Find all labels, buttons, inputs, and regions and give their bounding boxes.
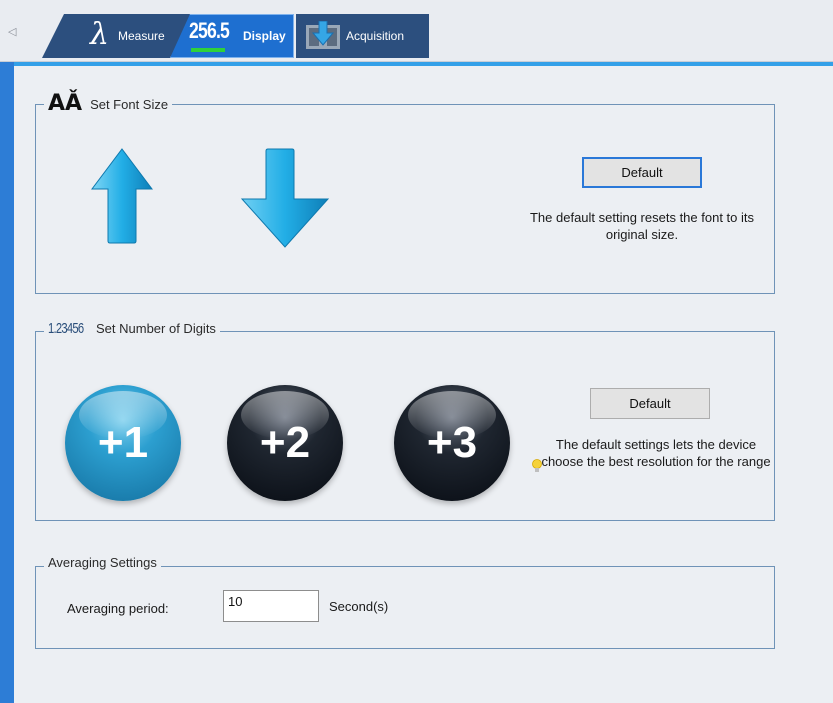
arrow-up-icon <box>91 148 153 244</box>
digits-description: The default settings lets the device cho… <box>541 437 771 469</box>
display-settings-panel: AǍ Set Font Size Default The default set… <box>14 62 833 703</box>
averaging-unit-label: Second(s) <box>329 599 389 614</box>
font-size-description: The default setting resets the font to i… <box>529 210 754 242</box>
font-size-icon: AǍ <box>48 91 83 116</box>
font-size-legend-label: Set Font Size <box>90 96 169 112</box>
plus-three-label: +3 <box>426 418 478 467</box>
plus-one-digit-button[interactable]: +1 <box>65 385 181 501</box>
font-size-legend: AǍ Set Font Size <box>44 91 173 116</box>
tab-acquisition[interactable]: Acquisition <box>296 14 429 58</box>
tab-measure-label: Measure <box>118 29 165 43</box>
display-bar-icon <box>191 48 225 52</box>
font-increase-button[interactable] <box>90 147 154 248</box>
plus-two-label: +2 <box>259 418 311 467</box>
tab-display-label: Display <box>243 29 286 43</box>
digits-legend: 1.23456 Set Number of Digits <box>44 320 220 337</box>
averaging-legend: Averaging Settings <box>44 555 161 570</box>
scroll-left-icon[interactable]: ◁ <box>8 25 18 39</box>
digits-icon: 1.23456 <box>48 320 84 337</box>
acquisition-icon <box>306 20 340 51</box>
lambda-icon: λ <box>90 17 110 52</box>
digits-default-button[interactable]: Default <box>590 388 710 419</box>
left-edge-bar <box>0 62 14 703</box>
averaging-period-input[interactable]: 10 <box>223 590 319 622</box>
digits-group: 1.23456 Set Number of Digits +1 +2 +3 De… <box>35 320 775 521</box>
tab-strip: ◁ λ Measure 256.5 Display Acquisition <box>0 0 833 62</box>
font-size-group: AǍ Set Font Size Default The default set… <box>35 93 775 294</box>
display-value-icon: 256.5 <box>189 18 230 43</box>
plus-one-label: +1 <box>97 418 149 467</box>
plus-three-digits-button[interactable]: +3 <box>394 385 510 501</box>
tab-display[interactable]: 256.5 Display <box>170 14 294 58</box>
tab-measure[interactable]: λ Measure <box>42 14 190 58</box>
averaging-legend-label: Averaging Settings <box>48 555 157 570</box>
arrow-down-icon <box>240 148 330 248</box>
averaging-period-label: Averaging period: <box>67 601 169 616</box>
averaging-group: Averaging Settings Averaging period: 10 … <box>35 555 775 649</box>
digits-legend-label: Set Number of Digits <box>96 321 216 336</box>
font-decrease-button[interactable] <box>240 147 330 252</box>
tab-acquisition-label: Acquisition <box>346 29 405 43</box>
plus-two-digits-button[interactable]: +2 <box>227 385 343 501</box>
font-size-default-button[interactable]: Default <box>582 157 702 188</box>
